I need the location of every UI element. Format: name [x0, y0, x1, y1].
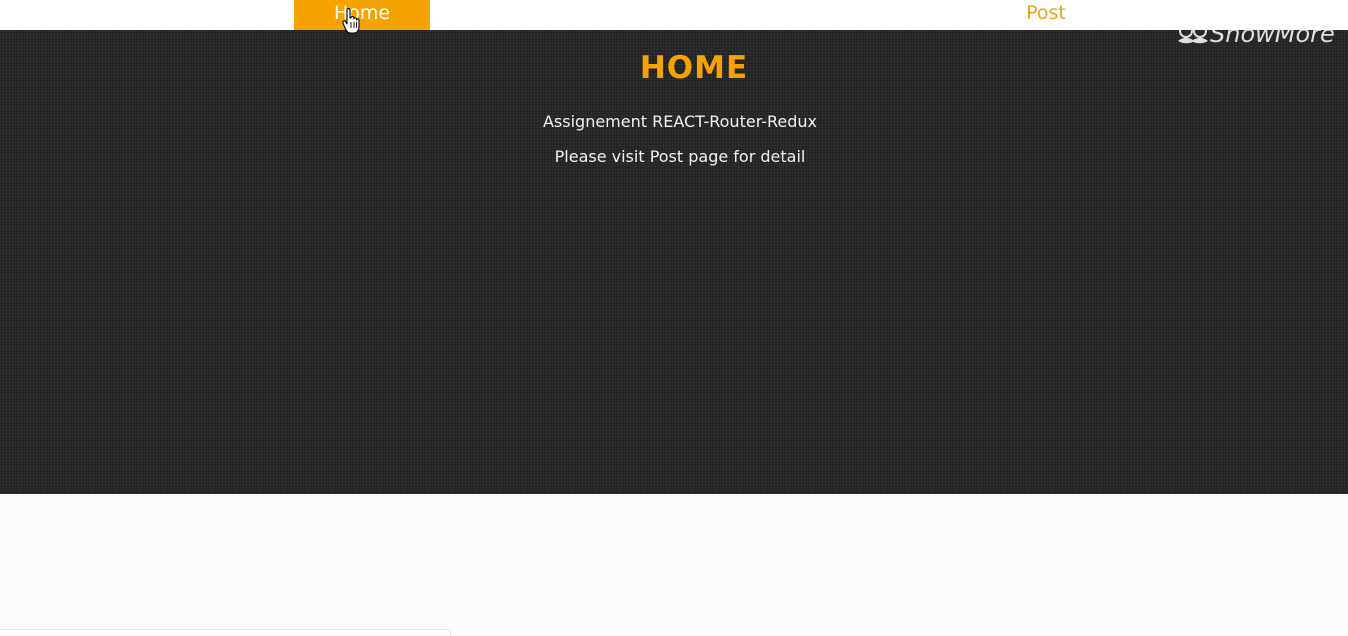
mustache-logo-icon — [1178, 24, 1208, 44]
hero-section: HOME Assignement REACT-Router-Redux Plea… — [0, 30, 1348, 494]
bottom-divider — [0, 629, 451, 636]
nav-link-post-label: Post — [1026, 2, 1066, 24]
navbar: Home Post — [0, 0, 1348, 30]
page-title: HOME — [639, 50, 749, 86]
showmore-watermark: ShowMore — [1176, 18, 1335, 50]
nav-link-home[interactable]: Home — [294, 0, 430, 30]
hand-pointer-icon — [342, 8, 360, 34]
watermark-text: ShowMore — [1210, 20, 1335, 48]
hero-description: Assignement REACT-Router-Redux — [542, 112, 818, 131]
hero-instruction: Please visit Post page for detail — [554, 147, 806, 166]
nav-link-post[interactable]: Post — [978, 0, 1114, 30]
